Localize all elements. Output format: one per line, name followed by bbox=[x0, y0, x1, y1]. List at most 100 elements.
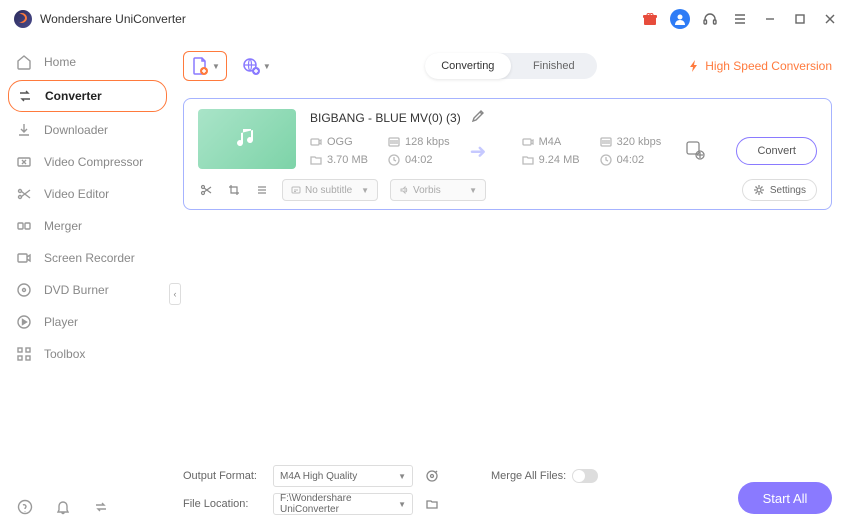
app-title: Wondershare UniConverter bbox=[40, 12, 186, 26]
sidebar-item-label: Video Editor bbox=[44, 187, 109, 201]
tab-group: Converting Finished bbox=[425, 53, 597, 79]
help-icon[interactable] bbox=[16, 498, 34, 516]
sidebar-item-converter[interactable]: Converter bbox=[8, 80, 167, 112]
sidebar-item-home[interactable]: Home bbox=[0, 46, 175, 78]
output-settings-icon[interactable] bbox=[423, 467, 441, 485]
merge-toggle[interactable] bbox=[572, 469, 598, 483]
settings-label: Settings bbox=[770, 185, 806, 196]
minimize-button[interactable] bbox=[760, 11, 780, 27]
file-card: BIGBANG - BLUE MV(0) (3) OGG 3.70 MB 128… bbox=[183, 98, 832, 210]
merger-icon bbox=[16, 218, 32, 234]
titlebar: Wondershare UniConverter bbox=[0, 0, 850, 38]
output-format-label: Output Format: bbox=[183, 470, 263, 482]
subtitle-dropdown[interactable]: No subtitle▼ bbox=[282, 179, 378, 201]
edit-name-icon[interactable] bbox=[471, 109, 485, 126]
main-panel: ▼ ▼ Converting Finished High Speed Conve… bbox=[175, 38, 850, 528]
start-all-button[interactable]: Start All bbox=[738, 482, 832, 514]
dst-size: 9.24 MB bbox=[539, 154, 580, 166]
sidebar-item-merger[interactable]: Merger bbox=[0, 210, 175, 242]
add-file-button[interactable]: ▼ bbox=[183, 51, 227, 81]
bolt-icon bbox=[687, 59, 701, 73]
dst-bitrate: 320 kbps bbox=[617, 136, 662, 148]
bitrate-icon bbox=[600, 136, 612, 148]
sidebar-item-recorder[interactable]: Screen Recorder bbox=[0, 242, 175, 274]
menu-icon[interactable] bbox=[730, 9, 750, 29]
home-icon bbox=[16, 54, 32, 70]
bell-icon[interactable] bbox=[54, 498, 72, 516]
sidebar: Home Converter Downloader Video Compress… bbox=[0, 38, 175, 528]
download-icon bbox=[16, 122, 32, 138]
audio-dropdown[interactable]: Vorbis▼ bbox=[390, 179, 486, 201]
src-size: 3.70 MB bbox=[327, 154, 368, 166]
dst-duration: 04:02 bbox=[617, 154, 645, 166]
sidebar-item-editor[interactable]: Video Editor bbox=[0, 178, 175, 210]
maximize-button[interactable] bbox=[790, 11, 810, 27]
footer: Output Format: M4A High Quality▼ Merge A… bbox=[183, 452, 832, 518]
sidebar-item-label: Converter bbox=[45, 89, 102, 103]
clock-icon bbox=[388, 154, 400, 166]
disc-icon bbox=[16, 282, 32, 298]
file-location-value: F:\Wondershare UniConverter bbox=[280, 493, 398, 515]
sidebar-item-label: Downloader bbox=[44, 123, 108, 137]
sidebar-item-label: DVD Burner bbox=[44, 283, 109, 297]
chevron-down-icon: ▼ bbox=[263, 62, 271, 71]
settings-button[interactable]: Settings bbox=[742, 179, 817, 201]
format-settings-icon[interactable] bbox=[684, 139, 706, 164]
folder-icon bbox=[310, 154, 322, 166]
transfer-icon[interactable] bbox=[92, 498, 110, 516]
open-folder-icon[interactable] bbox=[423, 495, 441, 513]
video-icon bbox=[522, 136, 534, 148]
output-format-value: M4A High Quality bbox=[280, 471, 357, 482]
audio-value: Vorbis bbox=[413, 185, 441, 196]
converter-icon bbox=[17, 88, 33, 104]
folder-icon bbox=[522, 154, 534, 166]
sidebar-item-label: Player bbox=[44, 315, 78, 329]
sidebar-item-toolbox[interactable]: Toolbox bbox=[0, 338, 175, 370]
file-name: BIGBANG - BLUE MV(0) (3) bbox=[310, 111, 461, 125]
sidebar-item-label: Screen Recorder bbox=[44, 251, 135, 265]
file-thumbnail[interactable] bbox=[198, 109, 296, 169]
tab-finished[interactable]: Finished bbox=[511, 53, 597, 79]
sidebar-item-label: Video Compressor bbox=[44, 155, 143, 169]
app-logo bbox=[14, 10, 32, 28]
output-format-dropdown[interactable]: M4A High Quality▼ bbox=[273, 465, 413, 487]
sidebar-item-label: Merger bbox=[44, 219, 82, 233]
play-icon bbox=[16, 314, 32, 330]
sidebar-item-compressor[interactable]: Video Compressor bbox=[0, 146, 175, 178]
merge-label: Merge All Files: bbox=[491, 470, 566, 482]
dst-format: M4A bbox=[539, 136, 562, 148]
recorder-icon bbox=[16, 250, 32, 266]
music-note-icon bbox=[231, 123, 263, 155]
sidebar-item-dvd[interactable]: DVD Burner bbox=[0, 274, 175, 306]
user-avatar[interactable] bbox=[670, 9, 690, 29]
tab-converting[interactable]: Converting bbox=[425, 53, 511, 79]
src-duration: 04:02 bbox=[405, 154, 433, 166]
high-speed-conversion[interactable]: High Speed Conversion bbox=[687, 59, 832, 73]
sidebar-item-player[interactable]: Player bbox=[0, 306, 175, 338]
sidebar-item-downloader[interactable]: Downloader bbox=[0, 114, 175, 146]
crop-icon[interactable] bbox=[226, 182, 242, 198]
convert-button[interactable]: Convert bbox=[736, 137, 817, 165]
sidebar-item-label: Toolbox bbox=[44, 347, 85, 361]
chevron-down-icon: ▼ bbox=[212, 62, 220, 71]
more-icon[interactable] bbox=[254, 182, 270, 198]
grid-icon bbox=[16, 346, 32, 362]
headset-icon[interactable] bbox=[700, 9, 720, 29]
clock-icon bbox=[600, 154, 612, 166]
close-button[interactable] bbox=[820, 11, 840, 27]
gift-icon[interactable] bbox=[640, 9, 660, 29]
arrow-icon: ➜ bbox=[470, 139, 502, 164]
src-bitrate: 128 kbps bbox=[405, 136, 450, 148]
video-icon bbox=[310, 136, 322, 148]
compressor-icon bbox=[16, 154, 32, 170]
high-speed-label: High Speed Conversion bbox=[705, 59, 832, 73]
file-location-label: File Location: bbox=[183, 498, 263, 510]
add-url-button[interactable]: ▼ bbox=[235, 51, 277, 81]
bitrate-icon bbox=[388, 136, 400, 148]
scissors-icon bbox=[16, 186, 32, 202]
src-format: OGG bbox=[327, 136, 353, 148]
trim-icon[interactable] bbox=[198, 182, 214, 198]
subtitle-value: No subtitle bbox=[305, 185, 352, 196]
file-location-dropdown[interactable]: F:\Wondershare UniConverter▼ bbox=[273, 493, 413, 515]
sidebar-item-label: Home bbox=[44, 55, 76, 69]
